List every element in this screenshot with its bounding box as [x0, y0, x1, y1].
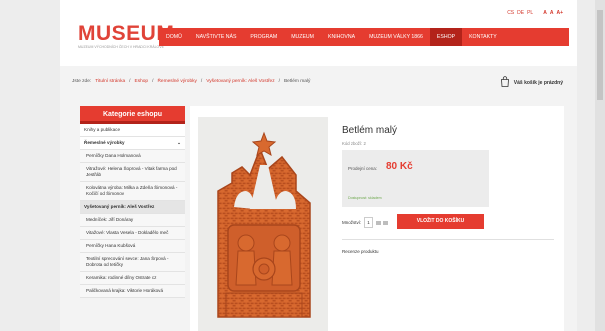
sidebar-subitem[interactable]: Vitažové: Vlasta Vesela - Dokladělo meč — [80, 227, 185, 240]
breadcrumb-prefix: Jste zde: — [72, 79, 92, 84]
nav-item-contacts[interactable]: KONTAKTY — [462, 28, 504, 46]
stock-status: Dostupnost: skladem — [348, 196, 382, 200]
lang-cs[interactable]: CS — [507, 10, 514, 16]
price-value: 80 Kč — [386, 161, 413, 172]
sidebar-item-crafts[interactable]: Řemeslné výrobky ⌄ — [80, 137, 185, 150]
nav-item-museum[interactable]: MUZEUM — [284, 28, 321, 46]
cart-summary[interactable]: Váš košík je prázdný — [500, 76, 563, 89]
breadcrumb-separator: / — [152, 79, 154, 84]
sidebar-item-books[interactable]: Knihy a publikace — [80, 124, 185, 137]
breadcrumb-link[interactable]: Vyšetovaný perník: Aleš Vostřez — [206, 79, 274, 84]
lang-pl[interactable]: PL — [527, 10, 533, 16]
sidebar-title: Kategorie eshopu — [80, 106, 185, 124]
font-size-large[interactable]: A+ — [556, 10, 563, 16]
quantity-input[interactable]: 1 — [364, 217, 373, 228]
nav-item-home[interactable]: DOMŮ — [159, 28, 189, 46]
header: CS DE PL A A A+ MUSEUM MUZEUM VÝCHODNÍCH… — [60, 0, 577, 66]
breadcrumb-separator: / — [129, 79, 131, 84]
chevron-down-icon: ⌄ — [177, 140, 181, 145]
nav-item-war-museum[interactable]: MUZEUM VÁLKY 1866 — [362, 28, 430, 46]
logo-subtitle: MUZEUM VÝCHODNÍCH ČECH V HRADCI KRÁLOVÉ — [78, 45, 164, 49]
breadcrumb: Jste zde: Titulní stránka / Eshop / Řeme… — [72, 79, 310, 84]
sidebar-item-label: Řemeslné výrobky — [84, 140, 125, 145]
breadcrumb-separator: / — [278, 79, 280, 84]
page-scrollbar[interactable] — [595, 0, 605, 331]
scrollbar-thumb[interactable] — [597, 10, 603, 100]
sidebar-subitem[interactable]: Paličkovaná krajka: Viktorie Horáková — [80, 285, 185, 298]
product-title: Betlém malý — [342, 125, 398, 136]
tab-reviews[interactable]: Recenze produktu — [342, 249, 379, 254]
main-nav: DOMŮ NAVŠTIVTE NÁS PROGRAM MUZEUM KNIHOV… — [159, 28, 569, 46]
breadcrumb-link[interactable]: Řemeslné výrobky — [157, 79, 196, 84]
nav-item-program[interactable]: PROGRAM — [243, 28, 284, 46]
price-label: Prodejní cena: — [348, 166, 378, 171]
breadcrumb-link[interactable]: Eshop — [135, 79, 149, 84]
category-sidebar: Kategorie eshopu Knihy a publikace Řemes… — [80, 106, 185, 298]
font-size-normal[interactable]: A — [550, 10, 554, 16]
shopping-bag-icon — [500, 76, 510, 89]
nav-item-library[interactable]: KNIHOVNA — [321, 28, 362, 46]
breadcrumb-link[interactable]: Titulní stránka — [95, 79, 125, 84]
sidebar-subitem[interactable]: Medníček: Jiří Donáray — [80, 214, 185, 227]
sidebar-subitem[interactable]: Keramika: rodinné dílny Ostrate cz — [80, 272, 185, 285]
language-switcher: CS DE PL A A A+ — [507, 10, 563, 16]
font-size-small[interactable]: A — [543, 10, 547, 16]
product-image[interactable] — [198, 117, 328, 331]
sidebar-subitem[interactable]: Vitražové: Helena Šoprová - Vitak farma … — [80, 163, 185, 182]
quantity-increase-button[interactable] — [383, 221, 388, 225]
sidebar-subitem-active[interactable]: Vyšetovaný perník: Aleš Vostřez — [80, 201, 185, 214]
cart-label: Váš košík je prázdný — [513, 79, 563, 86]
sidebar-subitem[interactable]: Perníčky Dana Holmanová — [80, 150, 185, 163]
product-detail: Betlém malý Kód zboží: 2 Prodejní cena: … — [190, 106, 564, 331]
quantity-decrease-button[interactable] — [376, 221, 381, 225]
breadcrumb-separator: / — [200, 79, 203, 84]
nativity-clay-relief-image — [217, 131, 311, 318]
nav-item-eshop[interactable]: ESHOP — [429, 28, 463, 46]
sidebar-subitem[interactable]: Kolovátna výroba: Milka a Zdeňa Šimonová… — [80, 182, 185, 201]
breadcrumb-current: Betlém malý — [283, 79, 311, 84]
nav-item-visit[interactable]: NAVŠTIVTE NÁS — [189, 28, 244, 46]
add-to-cart-button[interactable]: VLOŽIT DO KOŠÍKU — [397, 214, 484, 229]
quantity-label: Množství: — [342, 220, 362, 225]
sidebar-subitem[interactable]: Textilní sprecování sevce: Jana Šrpová -… — [80, 253, 185, 272]
price-box: Prodejní cena: 80 Kč Dostupnost: skladem — [342, 150, 489, 207]
sidebar-subitem[interactable]: Perníčky Hana Kubšová — [80, 240, 185, 253]
lang-de[interactable]: DE — [517, 10, 524, 16]
product-code: Kód zboží: 2 — [342, 141, 366, 146]
divider — [342, 239, 554, 240]
page: CS DE PL A A A+ MUSEUM MUZEUM VÝCHODNÍCH… — [60, 0, 577, 331]
